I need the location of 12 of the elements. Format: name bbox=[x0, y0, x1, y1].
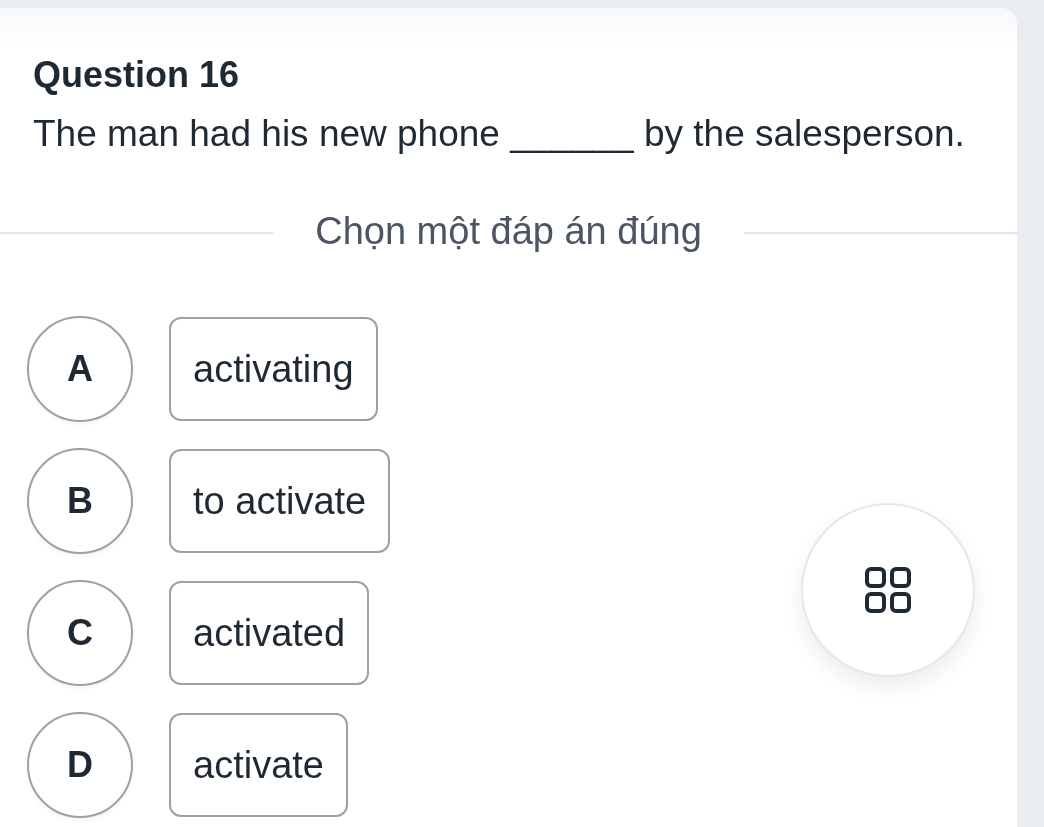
option-letter[interactable]: B bbox=[27, 448, 133, 554]
instruction-text: Chọn một đáp án đúng bbox=[315, 209, 702, 253]
question-text: The man had his new phone ______ by the salesperson. bbox=[33, 112, 966, 156]
question-title: Question 16 bbox=[33, 53, 241, 97]
grid-icon bbox=[865, 567, 911, 613]
option-letter[interactable]: D bbox=[27, 712, 133, 818]
option-letter[interactable]: C bbox=[27, 580, 133, 686]
answer-option[interactable]: activating bbox=[169, 317, 378, 421]
answer-option[interactable]: to activate bbox=[169, 449, 391, 553]
option-letter[interactable]: A bbox=[27, 316, 133, 422]
answer-option[interactable]: activated bbox=[169, 581, 370, 685]
answer-option[interactable]: activate bbox=[169, 713, 348, 817]
